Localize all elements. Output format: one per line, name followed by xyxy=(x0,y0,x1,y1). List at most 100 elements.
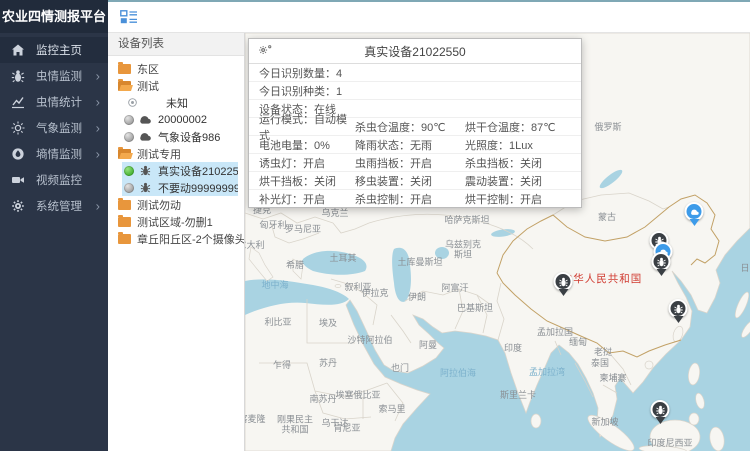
tree-item-label: 20000002 xyxy=(158,114,207,126)
content-area: 设备列表 东区测试未知20000002气象设备986测试专用真实设备210225… xyxy=(108,33,750,451)
weather-icon xyxy=(11,121,25,135)
tree-folder-5[interactable]: 测试专用 xyxy=(108,145,244,162)
map-canvas[interactable]: 俄罗斯蒙古中华人民共和国哈萨克斯坦乌克兰捷克匈牙利罗马尼亚意大利希腊土耳其乌兹别… xyxy=(245,33,750,451)
sidebar-item-label: 虫情统计 xyxy=(36,94,82,110)
folder-closed-icon xyxy=(118,217,131,227)
folder-closed-icon xyxy=(118,200,131,210)
map-marker-bug[interactable] xyxy=(554,272,573,297)
popup-detail-cell: 烘干控制：开启 xyxy=(465,191,581,207)
bug-icon xyxy=(138,165,152,176)
popup-detail-cell: 电池电量：0% xyxy=(249,137,355,153)
cloud-icon xyxy=(138,131,152,142)
popup-detail-cell: 震动装置：关闭 xyxy=(465,173,581,189)
sidebar-menu: 监控主页虫情监测›虫情统计›气象监测›墒情监测›视频监控系统管理› xyxy=(0,33,108,219)
tree-folder-8[interactable]: 测试勿动 xyxy=(108,196,244,213)
sidebar-item-video[interactable]: 视频监控 xyxy=(0,167,108,193)
tree-item-label: 测试 xyxy=(137,78,159,94)
tree-item-label: 测试专用 xyxy=(137,146,181,162)
map-marker-bug[interactable] xyxy=(669,299,688,324)
sidebar-item-weather[interactable]: 气象监测› xyxy=(0,115,108,141)
popup-detail-cell: 烘干挡板：关闭 xyxy=(249,173,355,189)
map-marker-cloud[interactable] xyxy=(685,202,704,227)
tree-device-3[interactable]: 20000002 xyxy=(108,111,244,128)
sidebar-item-bug[interactable]: 虫情监测› xyxy=(0,63,108,89)
gear-icon xyxy=(11,199,25,213)
tree-item-label: 测试区域-勿删1 xyxy=(137,214,213,230)
folder-closed-icon xyxy=(118,64,131,74)
device-tree-toggle-icon[interactable] xyxy=(120,10,138,24)
popup-detail-row: 电池电量：0%降雨状态：无雨光照度：1Lux xyxy=(249,136,581,154)
sidebar-item-label: 系统管理 xyxy=(36,198,82,214)
main-area: 设备列表 东区测试未知20000002气象设备986测试专用真实设备210225… xyxy=(108,0,750,451)
popup-detail-row: 诱虫灯：开启虫雨挡板：开启杀虫挡板：关闭 xyxy=(249,154,581,172)
popup-detail-cell: 杀虫挡板：关闭 xyxy=(465,155,581,171)
tree-folder-0[interactable]: 东区 xyxy=(108,60,244,77)
chart-icon xyxy=(11,95,25,109)
status-dot-gray xyxy=(124,132,134,142)
tree-device-6[interactable]: 真实设备21022550 xyxy=(122,162,238,179)
popup-title: 真实设备21022550 xyxy=(364,43,465,60)
bug-icon xyxy=(11,69,25,83)
tree-folder-10[interactable]: 章丘阳丘区-2个摄像头 xyxy=(108,230,244,247)
popup-body: 今日识别数量：4今日识别种类：1设备状态：在线运行模式：自动模式杀虫仓温度：90… xyxy=(249,64,581,207)
tree-item-label: 真实设备21022550 xyxy=(158,163,238,179)
tree-device-2[interactable]: 未知 xyxy=(108,94,244,111)
settings-gear-icon[interactable] xyxy=(258,43,273,57)
soil-icon xyxy=(11,147,25,161)
sidebar-item-home[interactable]: 监控主页 xyxy=(0,37,108,63)
tree-folder-1[interactable]: 测试 xyxy=(108,77,244,94)
status-dot-gray xyxy=(124,115,134,125)
sidebar-item-gear[interactable]: 系统管理 › xyxy=(0,193,108,219)
home-icon xyxy=(11,43,25,57)
tree-item-label: 气象设备986 xyxy=(158,129,220,145)
popup-header: 真实设备21022550 xyxy=(249,39,581,64)
sidebar-item-label: 墒情监测 xyxy=(36,146,82,162)
cloud-icon xyxy=(138,114,152,125)
topbar xyxy=(108,0,750,33)
popup-detail-row: 运行模式：自动模式杀虫仓温度：90℃烘干仓温度：87℃ xyxy=(249,118,581,136)
popup-detail-row: 补光灯：开启杀虫控制：开启烘干控制：开启 xyxy=(249,190,581,207)
device-info-popup: 真实设备21022550 今日识别数量：4今日识别种类：1设备状态：在线运行模式… xyxy=(248,38,582,208)
popup-detail-cell: 诱虫灯：开启 xyxy=(249,155,355,171)
chevron-right-icon: › xyxy=(96,70,100,83)
status-dot-gray xyxy=(124,183,134,193)
bug-icon xyxy=(554,272,573,291)
popup-detail-row: 烘干挡板：关闭移虫装置：关闭震动装置：关闭 xyxy=(249,172,581,190)
sidebar-item-chart[interactable]: 虫情统计 › xyxy=(0,89,108,115)
chevron-right-icon: › xyxy=(96,148,100,161)
sidebar: 农业四情测报平台 监控主页虫情监测›虫情统计›气象监测›墒情监测›视频监控系统管… xyxy=(0,0,108,451)
bug-icon xyxy=(138,182,152,193)
map-marker-bug[interactable] xyxy=(652,252,671,277)
bug-icon xyxy=(651,400,670,419)
folder-closed-icon xyxy=(118,234,131,244)
pin-icon xyxy=(126,97,138,108)
sidebar-item-soil[interactable]: 墒情监测 › xyxy=(0,141,108,167)
tree-device-7[interactable]: 不要动99999999 xyxy=(122,179,238,196)
tree-folder-9[interactable]: 测试区域-勿删1 xyxy=(108,213,244,230)
folder-open-icon xyxy=(118,81,131,91)
popup-detail-cell: 杀虫控制：开启 xyxy=(355,191,465,207)
app-window: 农业四情测报平台 监控主页虫情监测›虫情统计›气象监测›墒情监测›视频监控系统管… xyxy=(0,0,750,451)
cloud-icon xyxy=(685,202,704,221)
device-tree: 东区测试未知 20000002 气象设备986测试专用真实设备21022550不要动… xyxy=(108,56,244,247)
bug-icon xyxy=(669,299,688,318)
tree-item-label: 测试勿动 xyxy=(137,197,181,213)
folder-open-icon xyxy=(118,149,131,159)
app-title: 农业四情测报平台 xyxy=(0,0,108,33)
sidebar-item-label: 视频监控 xyxy=(36,172,82,188)
popup-detail-cell: 移虫装置：关闭 xyxy=(355,173,465,189)
tree-item-label: 不要动99999999 xyxy=(158,180,238,196)
popup-detail-cell: 虫雨挡板：开启 xyxy=(355,155,465,171)
tree-device-4[interactable]: 气象设备986 xyxy=(108,128,244,145)
tree-item-label: 东区 xyxy=(137,61,159,77)
device-list-header: 设备列表 xyxy=(108,33,244,56)
sidebar-item-label: 监控主页 xyxy=(36,42,82,58)
popup-detail-cell: 烘干仓温度：87℃ xyxy=(465,119,581,135)
status-dot-green xyxy=(124,166,134,176)
chevron-right-icon: › xyxy=(96,96,100,109)
popup-summary-text: 今日识别种类：1 xyxy=(259,83,342,99)
map-marker-bug[interactable] xyxy=(651,400,670,425)
popup-summary-text: 今日识别数量：4 xyxy=(259,65,342,81)
chevron-right-icon: › xyxy=(96,200,100,213)
chevron-right-icon: › xyxy=(96,122,100,135)
